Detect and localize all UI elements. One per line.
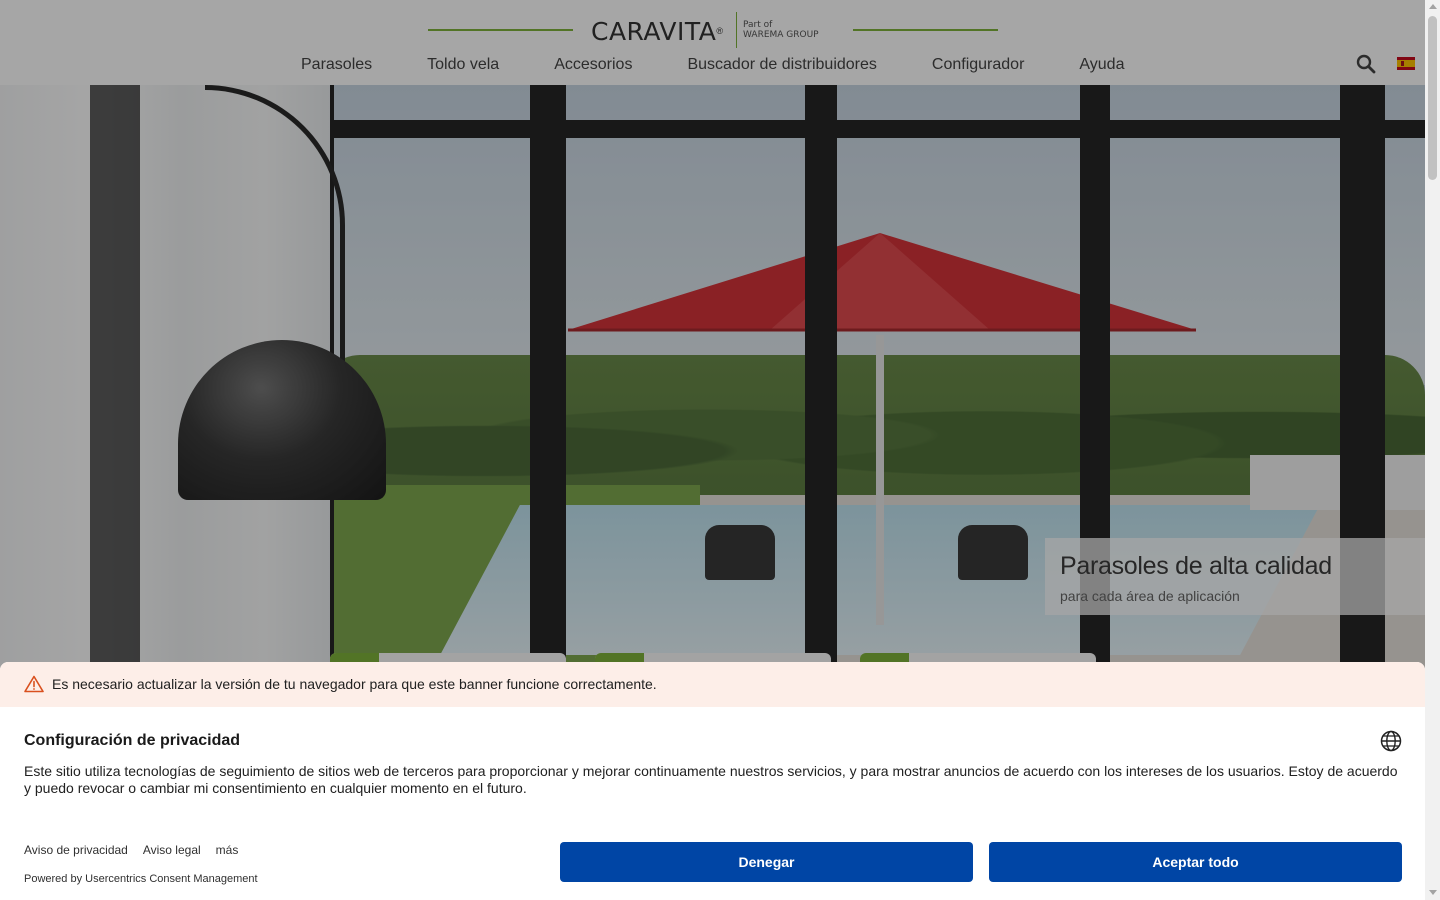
privacy-notice-link[interactable]: Aviso de privacidad [24, 843, 128, 857]
scroll-down-arrow-icon[interactable] [1429, 890, 1437, 895]
browser-warning: Es necesario actualizar la versión de tu… [0, 662, 1425, 707]
browser-warning-text: Es necesario actualizar la versión de tu… [52, 676, 657, 692]
powered-by: Powered by Usercentrics Consent Manageme… [24, 873, 258, 885]
vertical-scrollbar[interactable] [1425, 0, 1440, 900]
accept-all-button[interactable]: Aceptar todo [989, 842, 1402, 882]
consent-description: Este sitio utiliza tecnologías de seguim… [24, 763, 1398, 796]
page: CARAVITA ® Part of WAREMA GROUP Parasoles… [0, 0, 1425, 900]
deny-button[interactable]: Denegar [560, 842, 973, 882]
scrollbar-thumb[interactable] [1428, 16, 1437, 180]
warning-icon [24, 675, 44, 693]
more-link[interactable]: más [216, 843, 239, 857]
scroll-up-arrow-icon[interactable] [1429, 4, 1437, 9]
legal-notice-link[interactable]: Aviso legal [143, 843, 201, 857]
consent-links: Aviso de privacidad Aviso legal más [24, 843, 238, 857]
consent-banner: Es necesario actualizar la versión de tu… [0, 662, 1425, 900]
consent-title: Configuración de privacidad [24, 732, 241, 749]
globe-icon[interactable] [1380, 730, 1402, 752]
